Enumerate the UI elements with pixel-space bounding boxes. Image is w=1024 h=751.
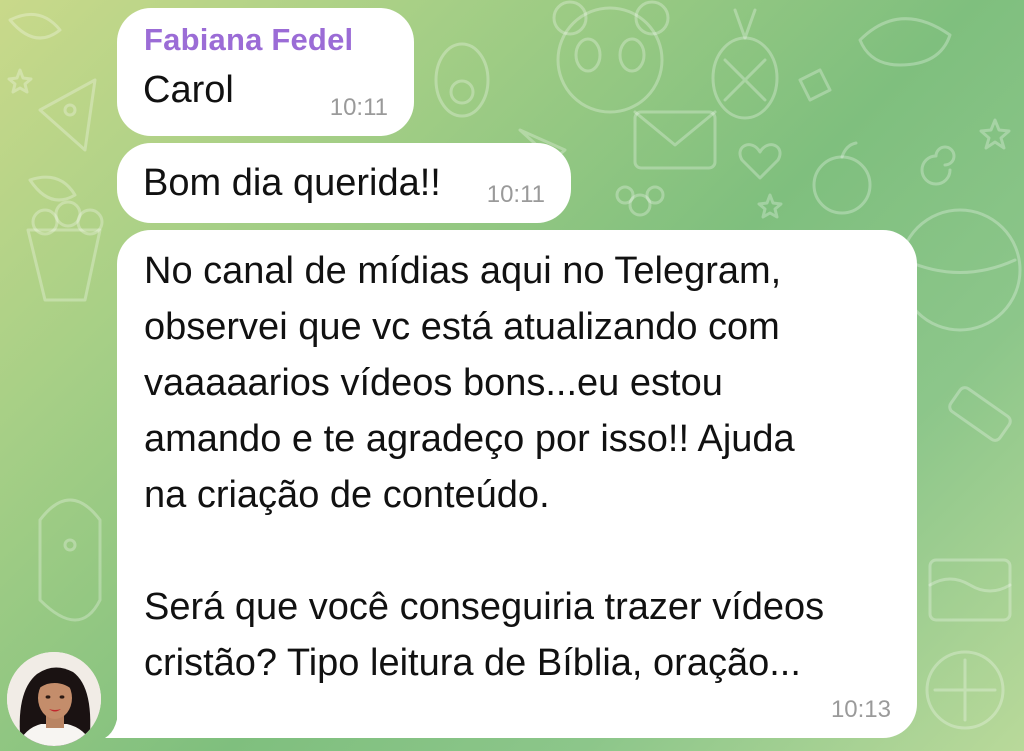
message-line: amando e te agradeço por isso!! Ajuda bbox=[144, 418, 795, 460]
message-line: Será que você conseguiria trazer vídeos bbox=[144, 586, 825, 628]
message-timestamp: 10:13 bbox=[830, 696, 891, 723]
avatar-image bbox=[7, 652, 101, 746]
message-text: No canal de mídias aqui no Telegram, obs… bbox=[144, 243, 824, 691]
message-timestamp: 10:11 bbox=[329, 94, 388, 121]
message-bubble-carol[interactable]: Fabiana Fedel Carol 10:11 bbox=[117, 8, 414, 136]
message-line: cristão? Tipo leitura de Bíblia, oração.… bbox=[144, 642, 801, 684]
message-line: observei que vc está atualizando com bbox=[144, 306, 780, 348]
message-text: Bom dia querida!! bbox=[143, 162, 441, 204]
sender-name[interactable]: Fabiana Fedel bbox=[144, 22, 353, 58]
message-bubble-bom-dia[interactable]: Bom dia querida!! 10:11 bbox=[117, 143, 571, 223]
avatar-photo[interactable] bbox=[7, 652, 101, 746]
message-line: na criação de conteúdo. bbox=[144, 474, 550, 516]
message-line bbox=[144, 523, 824, 579]
message-timestamp: 10:11 bbox=[486, 181, 545, 208]
message-text: Carol bbox=[143, 69, 234, 111]
message-bubble-long[interactable]: No canal de mídias aqui no Telegram, obs… bbox=[117, 230, 917, 738]
message-line: vaaaaarios vídeos bons...eu estou bbox=[144, 362, 723, 404]
message-line: No canal de mídias aqui no Telegram, bbox=[144, 250, 782, 292]
